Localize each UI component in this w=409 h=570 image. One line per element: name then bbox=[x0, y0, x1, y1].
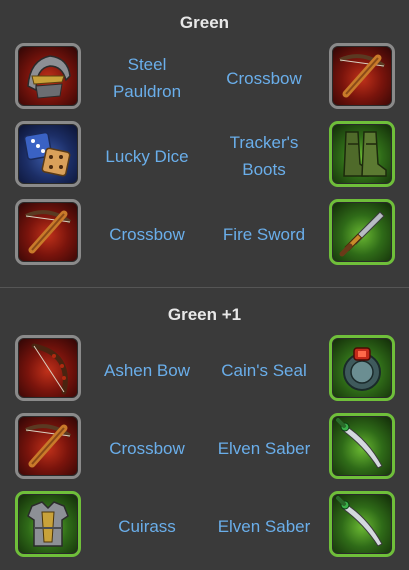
item-row: Ashen Bow Cain's Seal bbox=[0, 335, 409, 405]
saber-icon[interactable] bbox=[329, 491, 395, 557]
item-name[interactable]: Cuirass bbox=[92, 491, 202, 561]
item-name[interactable]: Cain's Seal bbox=[209, 335, 319, 405]
saber-icon[interactable] bbox=[329, 413, 395, 479]
item-name[interactable]: Elven Saber bbox=[209, 491, 319, 561]
item-name[interactable]: Elven Saber bbox=[209, 413, 319, 483]
pauldron-icon[interactable] bbox=[15, 43, 81, 109]
item-row: Steel Pauldron Crossbow bbox=[0, 43, 409, 113]
crossbow-icon[interactable] bbox=[15, 413, 81, 479]
item-name[interactable]: Lucky Dice bbox=[92, 121, 202, 191]
item-name[interactable]: Crossbow bbox=[209, 43, 319, 113]
item-row: Lucky Dice Tracker's Boots bbox=[0, 121, 409, 191]
section-title-green-plus-1: Green +1 bbox=[167, 305, 242, 324]
item-row: Cuirass Elven Saber bbox=[0, 491, 409, 561]
item-name[interactable]: Fire Sword bbox=[209, 199, 319, 269]
section-divider bbox=[0, 287, 409, 288]
cuirass-icon[interactable] bbox=[15, 491, 81, 557]
dice-icon[interactable] bbox=[15, 121, 81, 187]
section-title-green: Green bbox=[179, 13, 230, 32]
crossbow-icon[interactable] bbox=[15, 199, 81, 265]
boots-icon[interactable] bbox=[329, 121, 395, 187]
item-name[interactable]: Crossbow bbox=[92, 413, 202, 483]
item-comparison-panel: Green Steel Pauldron Crossbow Lucky Dice… bbox=[0, 0, 409, 570]
item-row: Crossbow Fire Sword bbox=[0, 199, 409, 269]
sword-icon[interactable] bbox=[329, 199, 395, 265]
bow-icon[interactable] bbox=[15, 335, 81, 401]
item-row: Crossbow Elven Saber bbox=[0, 413, 409, 483]
seal-icon[interactable] bbox=[329, 335, 395, 401]
item-name[interactable]: Steel Pauldron bbox=[92, 43, 202, 113]
crossbow-icon[interactable] bbox=[329, 43, 395, 109]
item-name[interactable]: Ashen Bow bbox=[92, 335, 202, 405]
item-name[interactable]: Crossbow bbox=[92, 199, 202, 269]
item-name[interactable]: Tracker's Boots bbox=[209, 121, 319, 191]
